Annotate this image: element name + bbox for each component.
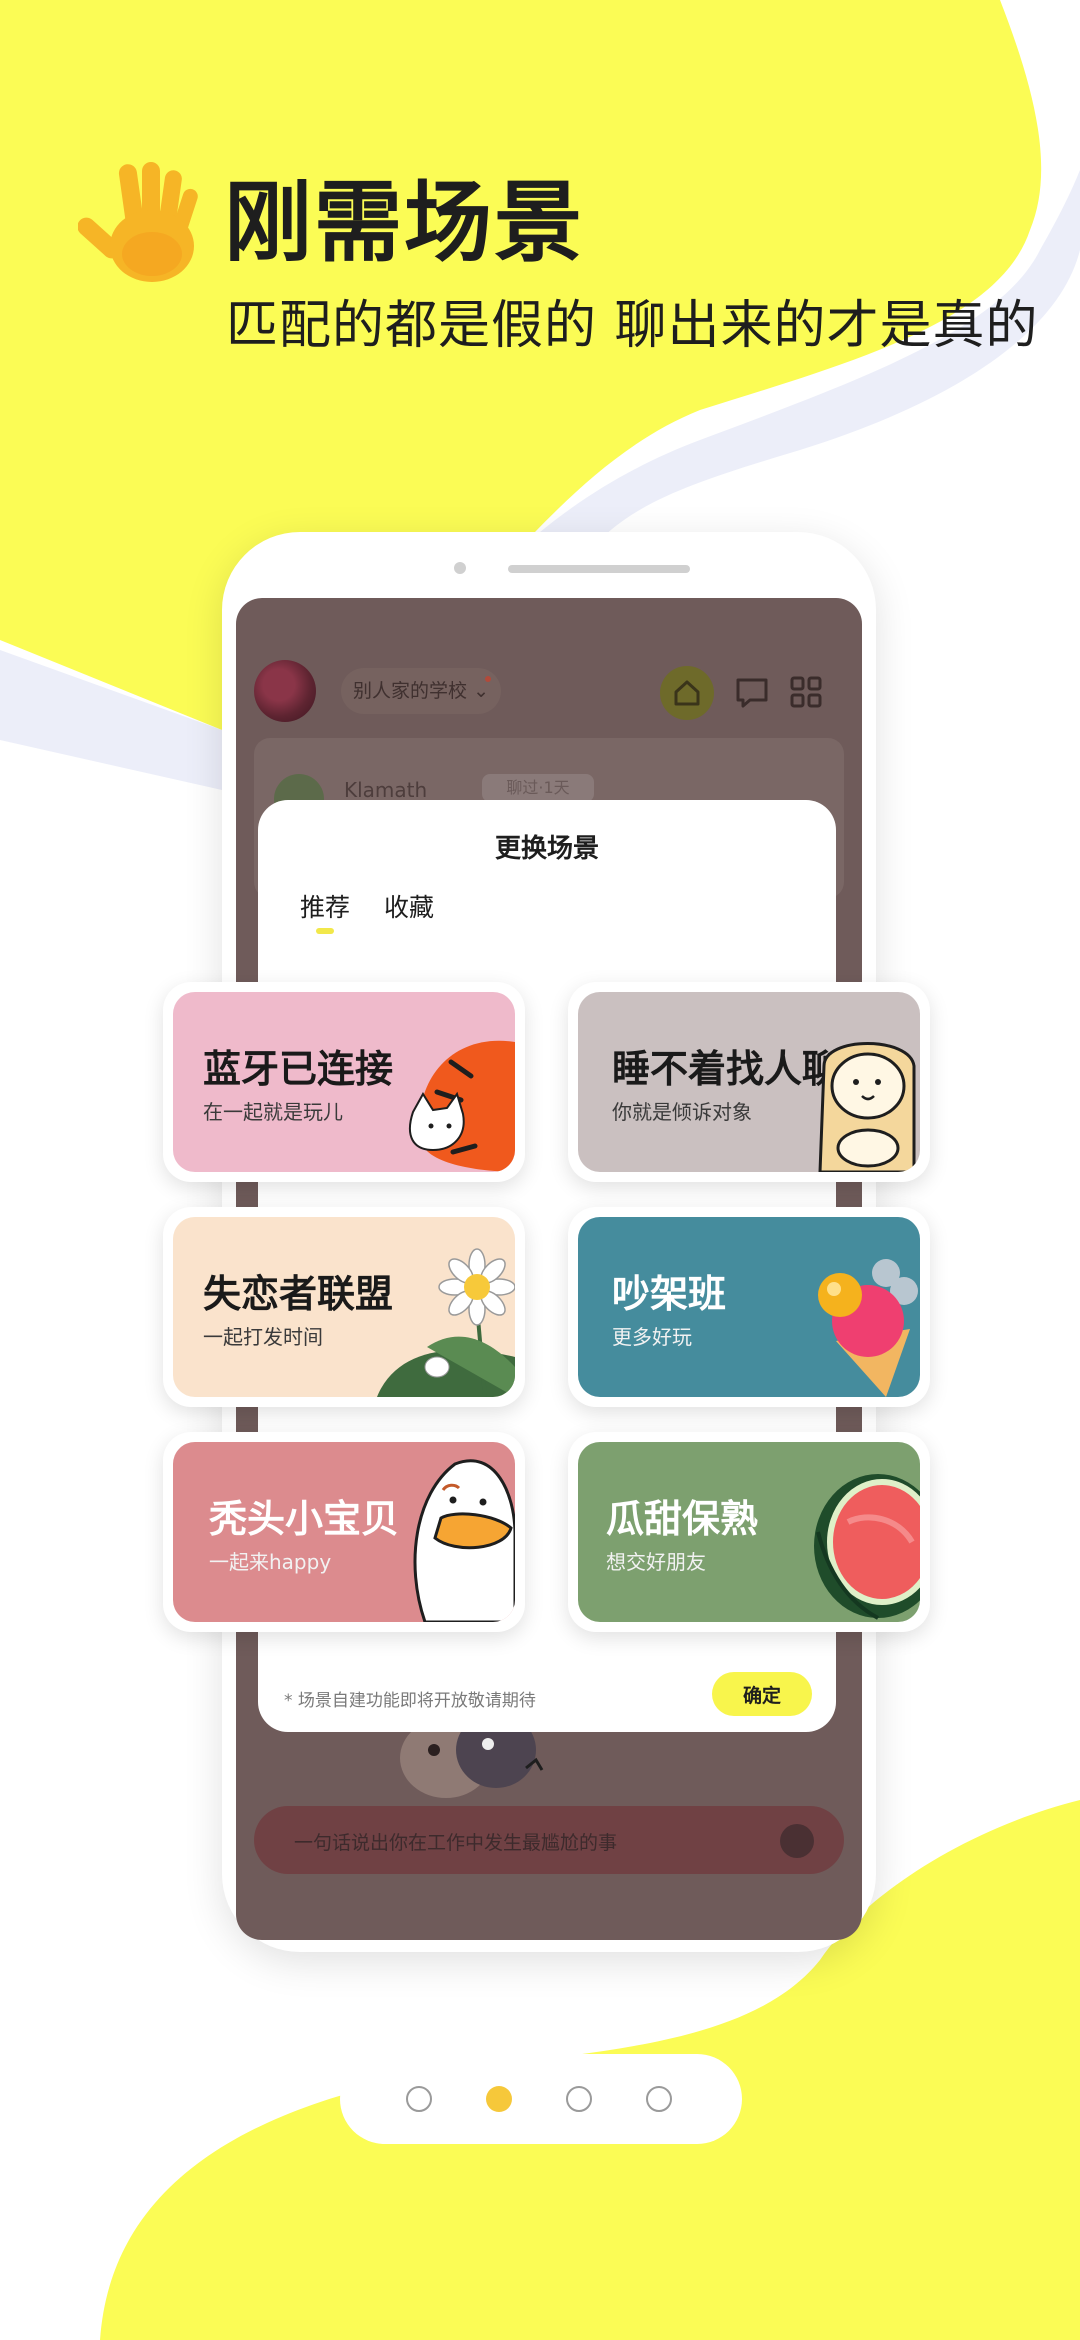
earpiece-speaker <box>508 565 690 573</box>
page-subtitle: 匹配的都是假的 聊出来的才是真的 <box>226 296 1039 356</box>
scene-card-melon[interactable]: 瓜甜保熟 想交好朋友 <box>568 1432 930 1632</box>
chat-button[interactable] <box>730 670 774 714</box>
page-indicator <box>340 2054 742 2144</box>
scene-card-sleepless[interactable]: 睡不着找人聊 你就是倾诉对象 <box>568 982 930 1182</box>
page-dot-4[interactable] <box>646 2086 672 2112</box>
modal-title: 更换场景 <box>494 834 599 864</box>
scene-title: 秃头小宝贝 <box>209 1497 400 1541</box>
scene-card-heartbreak[interactable]: 失恋者联盟 一起打发时间 <box>163 1207 525 1407</box>
voice-icon[interactable] <box>780 1824 814 1858</box>
scene-card-bluetooth[interactable]: 蓝牙已连接 在一起就是玩儿 <box>163 982 525 1182</box>
page-dot-1[interactable] <box>406 2086 432 2112</box>
cat-in-bread-illustration <box>818 1042 916 1172</box>
home-button[interactable] <box>660 666 714 720</box>
school-label: 别人家的学校 <box>353 680 468 702</box>
front-camera <box>454 562 466 574</box>
scene-card-inner: 蓝牙已连接 在一起就是玩儿 <box>173 992 515 1172</box>
feed-user-name: Klamath <box>344 778 428 802</box>
page-dot-2-active[interactable] <box>486 2086 512 2112</box>
message-input[interactable]: 一句话说出你在工作中发生最尴尬的事 <box>254 1806 844 1874</box>
grid-icon <box>790 676 822 708</box>
scene-title: 瓜甜保熟 <box>606 1497 759 1541</box>
feed-tag: 聊过·1天 <box>482 774 594 802</box>
avatar[interactable] <box>254 660 316 722</box>
watermelon-illustration <box>814 1474 920 1620</box>
scene-card-inner: 睡不着找人聊 你就是倾诉对象 <box>578 992 920 1172</box>
home-icon <box>674 680 700 706</box>
school-selector[interactable]: 别人家的学校 ⌄ <box>341 668 501 714</box>
scene-card-inner: 失恋者联盟 一起打发时间 <box>173 1217 515 1397</box>
scene-title: 失恋者联盟 <box>203 1272 394 1316</box>
tab-active-indicator <box>316 928 334 934</box>
tab-recommended[interactable]: 推荐 <box>300 888 350 924</box>
scene-subtitle: 在一起就是玩儿 <box>203 1100 343 1124</box>
message-placeholder: 一句话说出你在工作中发生最尴尬的事 <box>294 1832 618 1854</box>
scene-card-bald-baby[interactable]: 秃头小宝贝 一起来happy <box>163 1432 525 1632</box>
ice-cream-illustration <box>818 1259 918 1397</box>
grid-button[interactable] <box>784 670 828 714</box>
confirm-button[interactable]: 确定 <box>712 1672 812 1716</box>
tiger-illustration <box>408 1040 515 1172</box>
scene-card-inner: 瓜甜保熟 想交好朋友 <box>578 1442 920 1622</box>
scene-card-inner: 秃头小宝贝 一起来happy <box>173 1442 515 1622</box>
scene-title: 睡不着找人聊 <box>612 1047 841 1091</box>
scene-subtitle: 一起来happy <box>209 1550 332 1574</box>
scene-subtitle: 你就是倾诉对象 <box>612 1100 752 1124</box>
scene-subtitle: 更多好玩 <box>612 1325 692 1349</box>
scene-subtitle: 一起打发时间 <box>203 1325 323 1349</box>
waving-hand-icon <box>78 162 198 282</box>
footnote: * 场景自建功能即将开放敬请期待 <box>284 1691 536 1711</box>
page-title: 刚需场景 <box>224 171 585 274</box>
chat-bubble-icon <box>736 678 768 708</box>
daisy-illustration <box>377 1248 515 1397</box>
duck-illustration <box>413 1459 515 1622</box>
scene-subtitle: 想交好朋友 <box>606 1550 706 1574</box>
tab-favorites[interactable]: 收藏 <box>384 888 434 924</box>
scene-title: 吵架班 <box>612 1272 727 1316</box>
scene-card-quarrel[interactable]: 吵架班 更多好玩 <box>568 1207 930 1407</box>
chevron-down-icon: ⌄ <box>473 680 489 702</box>
scene-card-inner: 吵架班 更多好玩 <box>578 1217 920 1397</box>
notification-dot <box>485 676 491 682</box>
scene-title: 蓝牙已连接 <box>203 1047 394 1091</box>
page-dot-3[interactable] <box>566 2086 592 2112</box>
